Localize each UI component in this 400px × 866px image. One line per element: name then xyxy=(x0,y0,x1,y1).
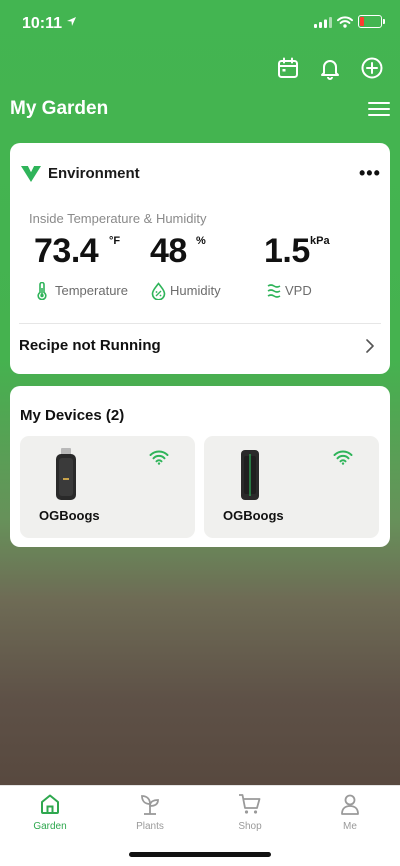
humidity-unit: % xyxy=(196,235,206,247)
tab-plants-label: Plants xyxy=(136,821,164,832)
humidity-value: 48 xyxy=(150,232,187,270)
status-bar: 10:11 xyxy=(0,0,400,44)
thermometer-icon xyxy=(37,282,47,300)
tab-garden[interactable]: Garden xyxy=(15,793,85,832)
tab-me[interactable]: Me xyxy=(315,793,385,832)
wifi-signal-icon xyxy=(333,450,353,465)
device-controller-image xyxy=(56,448,76,500)
tab-shop-label: Shop xyxy=(238,821,262,832)
device-name: OGBoogs xyxy=(223,508,284,523)
page-title: My Garden xyxy=(10,98,109,119)
hamburger-menu-icon[interactable] xyxy=(368,100,390,118)
sprout-icon xyxy=(141,795,159,815)
battery-icon xyxy=(358,15,385,28)
chevron-right-icon[interactable] xyxy=(365,339,375,353)
vpd-label: VPD xyxy=(285,283,312,298)
device-card[interactable]: OGBoogs xyxy=(204,436,379,538)
bell-icon[interactable] xyxy=(318,56,342,80)
brand-logo-icon xyxy=(21,166,41,182)
environment-card[interactable]: Environment ••• Inside Temperature & Hum… xyxy=(10,143,390,374)
tab-shop[interactable]: Shop xyxy=(215,793,285,832)
home-icon xyxy=(41,794,59,814)
location-arrow-icon xyxy=(67,17,76,26)
vpd-wave-icon xyxy=(267,284,281,298)
wifi-status-icon xyxy=(337,16,353,28)
environment-title: Environment xyxy=(48,165,140,182)
cellular-signal-icon xyxy=(314,17,332,28)
device-name: OGBoogs xyxy=(39,508,100,523)
tab-me-label: Me xyxy=(343,821,357,832)
divider xyxy=(19,323,381,324)
devices-title: My Devices (2) xyxy=(20,407,125,424)
tab-garden-label: Garden xyxy=(33,821,67,832)
devices-card: My Devices (2) OGBoogs OGBoogs xyxy=(10,386,390,547)
temperature-unit: °F xyxy=(109,235,121,247)
device-card[interactable]: OGBoogs xyxy=(20,436,195,538)
temperature-value: 73.4 xyxy=(34,232,99,270)
device-controller-image xyxy=(241,450,259,500)
wifi-signal-icon xyxy=(149,450,169,465)
home-indicator[interactable] xyxy=(129,852,271,857)
status-time: 10:11 xyxy=(22,15,63,32)
recipe-status[interactable]: Recipe not Running xyxy=(19,337,161,354)
vpd-value: 1.5 xyxy=(264,232,310,270)
humidity-drop-icon xyxy=(151,282,166,300)
calendar-icon[interactable] xyxy=(276,56,300,80)
cart-icon xyxy=(239,794,261,814)
more-options-button[interactable]: ••• xyxy=(359,163,381,184)
humidity-label: Humidity xyxy=(170,283,221,298)
vpd-unit: kPa xyxy=(310,235,330,247)
user-icon xyxy=(341,794,359,815)
plus-circle-icon[interactable] xyxy=(360,56,384,80)
temperature-label: Temperature xyxy=(55,283,128,298)
environment-subtitle: Inside Temperature & Humidity xyxy=(29,211,207,226)
tab-plants[interactable]: Plants xyxy=(115,793,185,832)
